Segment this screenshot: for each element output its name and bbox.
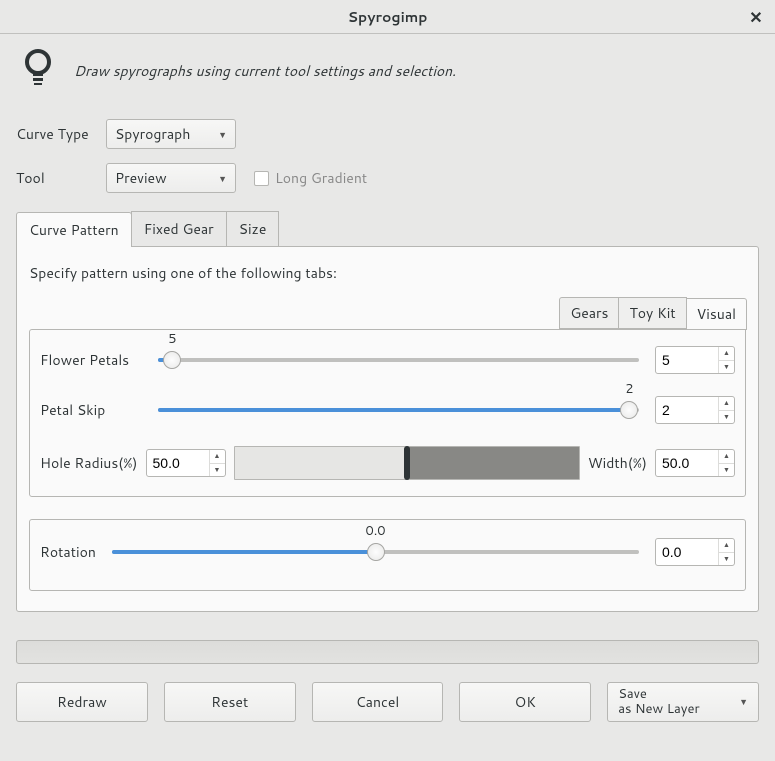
hole-radius-input[interactable] <box>147 450 209 476</box>
chevron-down-icon: ▼ <box>218 172 227 185</box>
notebook-tabs: Curve Pattern Fixed Gear Size <box>16 211 759 246</box>
range-fill <box>407 447 579 479</box>
chevron-down-icon: ▼ <box>218 128 227 141</box>
spin-up-icon[interactable]: ▲ <box>719 539 734 552</box>
tool-combo[interactable]: Preview ▼ <box>106 163 236 193</box>
tool-value: Preview <box>115 168 167 188</box>
flower-petals-slider[interactable]: 5 <box>158 348 639 372</box>
slider-thumb[interactable] <box>367 543 385 561</box>
rotation-row: Rotation 0.0 ▲ ▼ <box>40 538 735 566</box>
tool-row: Tool Preview ▼ Long Gradient <box>16 163 759 193</box>
inner-tab-visual[interactable]: Visual <box>686 298 747 330</box>
range-handle[interactable] <box>404 446 410 480</box>
petal-skip-input[interactable] <box>656 397 718 423</box>
inner-tab-gears[interactable]: Gears <box>559 297 619 329</box>
tab-size[interactable]: Size <box>226 211 280 246</box>
rotation-spinbox[interactable]: ▲ ▼ <box>655 538 735 566</box>
inner-page-visual: Flower Petals 5 ▲ ▼ <box>29 329 746 497</box>
ok-button[interactable]: OK <box>459 682 591 722</box>
petal-skip-slider[interactable]: 2 <box>158 398 639 422</box>
spin-up-icon[interactable]: ▲ <box>719 397 734 410</box>
width-label: Width(%) <box>588 453 647 473</box>
inner-tabs: Gears Toy Kit Visual <box>29 297 746 329</box>
close-icon: ✕ <box>749 6 762 29</box>
progress-bar <box>16 640 759 664</box>
reset-button[interactable]: Reset <box>164 682 296 722</box>
long-gradient-label: Long Gradient <box>275 168 367 188</box>
inner-tab-toy-kit[interactable]: Toy Kit <box>618 297 686 329</box>
curve-type-value: Spyrograph <box>115 124 190 144</box>
spin-up-icon[interactable]: ▲ <box>719 450 734 463</box>
petal-skip-spinbox[interactable]: ▲ ▼ <box>655 396 735 424</box>
slider-mark: 0.0 <box>365 522 385 540</box>
spin-down-icon[interactable]: ▼ <box>210 463 225 477</box>
rotation-label: Rotation <box>40 542 112 562</box>
cancel-button[interactable]: Cancel <box>312 682 444 722</box>
hole-radius-spinbox[interactable]: ▲ ▼ <box>146 449 226 477</box>
lightbulb-icon <box>22 48 54 93</box>
pattern-instruction: Specify pattern using one of the followi… <box>29 263 746 283</box>
flower-petals-row: Flower Petals 5 ▲ ▼ <box>40 346 735 374</box>
rotation-slider[interactable]: 0.0 <box>112 540 639 564</box>
titlebar: Spyrogimp ✕ <box>0 0 775 34</box>
spin-down-icon[interactable]: ▼ <box>719 463 734 477</box>
slider-thumb[interactable] <box>163 351 181 369</box>
dialog-body: Draw spyrographs using current tool sett… <box>0 34 775 738</box>
hint-row: Draw spyrographs using current tool sett… <box>16 46 759 93</box>
slider-mark: 2 <box>625 380 633 398</box>
window-title: Spyrogimp <box>348 7 428 27</box>
hole-radius-label: Hole Radius(%) <box>40 453 138 473</box>
curve-type-row: Curve Type Spyrograph ▼ <box>16 119 759 149</box>
tool-label: Tool <box>16 168 106 188</box>
petal-skip-row: Petal Skip 2 ▲ ▼ <box>40 396 735 424</box>
redraw-button[interactable]: Redraw <box>16 682 148 722</box>
width-spinbox[interactable]: ▲ ▼ <box>655 449 735 477</box>
spin-up-icon[interactable]: ▲ <box>210 450 225 463</box>
chevron-down-icon: ▼ <box>739 697 748 707</box>
notebook: Curve Pattern Fixed Gear Size Specify pa… <box>16 211 759 612</box>
spin-down-icon[interactable]: ▼ <box>719 410 734 424</box>
close-button[interactable]: ✕ <box>745 6 767 28</box>
long-gradient-wrap[interactable]: Long Gradient <box>254 168 367 188</box>
rotation-section: Rotation 0.0 ▲ ▼ <box>29 519 746 591</box>
flower-petals-label: Flower Petals <box>40 350 158 370</box>
width-input[interactable] <box>656 450 718 476</box>
save-line2: as New Layer <box>618 702 699 717</box>
hole-width-range[interactable] <box>234 446 580 480</box>
slider-thumb[interactable] <box>620 401 638 419</box>
spin-down-icon[interactable]: ▼ <box>719 360 734 374</box>
hint-text: Draw spyrographs using current tool sett… <box>74 61 456 81</box>
long-gradient-checkbox[interactable] <box>254 171 269 186</box>
notebook-page: Specify pattern using one of the followi… <box>16 246 759 612</box>
spin-down-icon[interactable]: ▼ <box>719 552 734 566</box>
button-row: Redraw Reset Cancel OK Save as New Layer… <box>16 682 759 722</box>
slider-mark: 5 <box>168 330 176 348</box>
tab-fixed-gear[interactable]: Fixed Gear <box>131 211 227 246</box>
flower-petals-input[interactable] <box>656 347 718 373</box>
petal-skip-label: Petal Skip <box>40 400 158 420</box>
flower-petals-spinbox[interactable]: ▲ ▼ <box>655 346 735 374</box>
hole-width-row: Hole Radius(%) ▲ ▼ Width(%) <box>40 446 735 480</box>
rotation-input[interactable] <box>656 539 718 565</box>
save-button[interactable]: Save as New Layer ▼ <box>607 682 759 722</box>
curve-type-label: Curve Type <box>16 124 106 144</box>
curve-type-combo[interactable]: Spyrograph ▼ <box>106 119 236 149</box>
spin-up-icon[interactable]: ▲ <box>719 347 734 360</box>
tab-curve-pattern[interactable]: Curve Pattern <box>16 212 132 247</box>
